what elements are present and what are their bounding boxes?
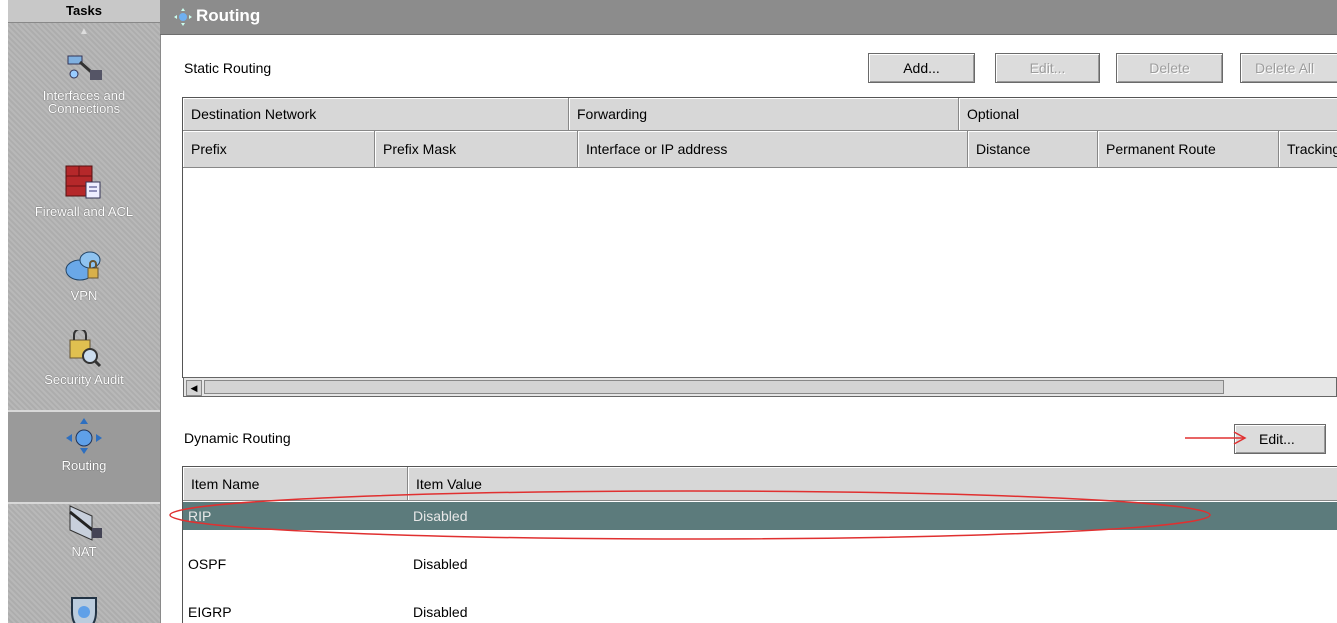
sidebar-item-label: Firewall and ACL xyxy=(34,204,134,219)
group-header-forwarding[interactable]: Forwarding xyxy=(569,98,959,131)
item-value: Disabled xyxy=(413,556,468,572)
tasks-sidebar: Tasks ▲ Interfaces and Connections Firew… xyxy=(8,0,161,623)
item-value: Disabled xyxy=(413,604,468,620)
sidebar-item-routing[interactable]: Routing xyxy=(8,410,160,504)
column-header-permanent-route[interactable]: Permanent Route xyxy=(1098,131,1279,168)
column-header-prefix-mask[interactable]: Prefix Mask xyxy=(375,131,578,168)
column-header-distance[interactable]: Distance xyxy=(968,131,1098,168)
sidebar-item-vpn[interactable]: VPN xyxy=(8,246,160,302)
sidebar-item-interfaces[interactable]: Interfaces and Connections xyxy=(8,46,160,115)
item-name: EIGRP xyxy=(188,604,232,620)
sidebar-item-label: NAT xyxy=(71,544,97,559)
routing-icon xyxy=(174,8,192,31)
routing-icon xyxy=(62,416,106,456)
column-header-prefix[interactable]: Prefix xyxy=(183,131,375,168)
security-audit-icon xyxy=(62,328,106,370)
item-name: RIP xyxy=(188,508,212,524)
table-row[interactable]: OSPF Disabled xyxy=(183,550,1337,578)
static-routing-label: Static Routing xyxy=(184,60,272,76)
table-row[interactable]: RIP Disabled xyxy=(183,502,1337,530)
dynamic-routing-label: Dynamic Routing xyxy=(184,430,291,446)
sidebar-item-label: Routing xyxy=(61,458,107,473)
group-header-destination[interactable]: Destination Network xyxy=(183,98,569,131)
item-value: Disabled xyxy=(413,508,468,524)
table-row[interactable]: EIGRP Disabled xyxy=(183,598,1337,623)
static-routes-table[interactable]: Destination Network Forwarding Optional … xyxy=(182,97,1337,378)
edit-button[interactable]: Edit... xyxy=(995,53,1100,83)
firewall-icon xyxy=(62,162,106,202)
column-header-tracking[interactable]: Tracking xyxy=(1279,131,1337,168)
nat-icon xyxy=(62,502,106,542)
sidebar-scroll-up-icon[interactable]: ▲ xyxy=(8,23,160,41)
delete-button[interactable]: Delete xyxy=(1116,53,1223,83)
scrollbar-thumb[interactable] xyxy=(204,380,1224,394)
group-header-optional[interactable]: Optional xyxy=(959,98,1337,131)
sidebar-item-label: Security Audit xyxy=(44,372,124,387)
column-header-item-value[interactable]: Item Value xyxy=(408,467,1337,501)
delete-all-button[interactable]: Delete All xyxy=(1240,53,1337,83)
column-header-interface[interactable]: Interface or IP address xyxy=(578,131,968,168)
page-title: Routing xyxy=(196,6,261,25)
vpn-icon xyxy=(62,246,106,286)
shield-icon xyxy=(62,594,106,623)
column-header-item-name[interactable]: Item Name xyxy=(183,467,408,501)
interfaces-icon xyxy=(62,46,106,86)
sidebar-item-firewall[interactable]: Firewall and ACL xyxy=(8,162,160,218)
sidebar-item-nat[interactable]: NAT xyxy=(8,502,160,558)
sidebar-item-label: VPN xyxy=(70,288,98,303)
sidebar-item-more[interactable] xyxy=(8,594,160,623)
sidebar-item-security-audit[interactable]: Security Audit xyxy=(8,328,160,387)
scroll-left-icon[interactable]: ◀ xyxy=(186,380,202,396)
sidebar-item-label: Connections xyxy=(47,101,121,116)
dynamic-edit-button[interactable]: Edit... xyxy=(1234,424,1326,454)
add-button[interactable]: Add... xyxy=(868,53,975,83)
page-titlebar: Routing xyxy=(160,0,1337,35)
static-table-hscrollbar[interactable]: ◀ xyxy=(183,377,1337,397)
tasks-header: Tasks xyxy=(8,0,160,23)
item-name: OSPF xyxy=(188,556,227,572)
